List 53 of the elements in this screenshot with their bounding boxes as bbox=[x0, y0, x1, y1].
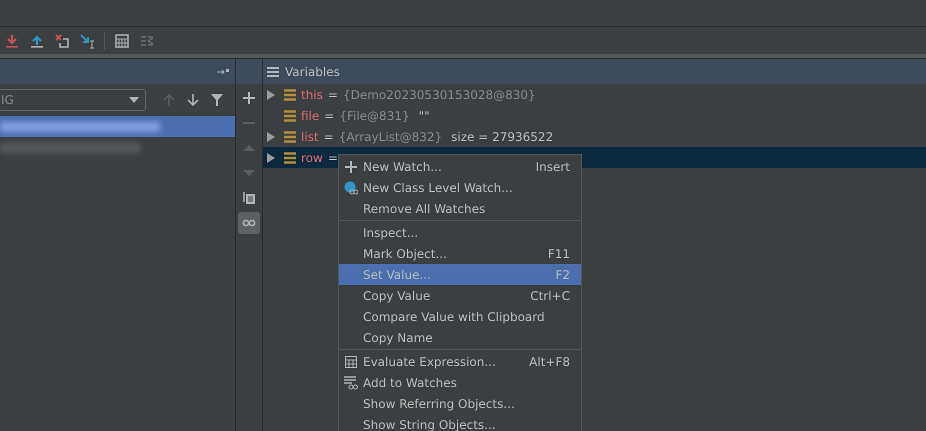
variable-name: row bbox=[301, 150, 323, 164]
variable-value: {ArrayList@832} bbox=[338, 130, 442, 144]
pin-icon[interactable] bbox=[217, 68, 229, 76]
variable-name: file bbox=[301, 108, 320, 122]
expand-icon[interactable] bbox=[267, 152, 275, 162]
equals-sign: = bbox=[328, 150, 338, 164]
menu-item[interactable]: Copy Value Ctrl+C bbox=[339, 285, 581, 306]
variable-value: {Demo20230530153028@830} bbox=[342, 88, 536, 102]
list-icon bbox=[267, 66, 279, 76]
menu-item[interactable]: Compare Value with Clipboard bbox=[339, 306, 581, 327]
plus-icon bbox=[345, 160, 357, 172]
menu-item[interactable]: Inspect... bbox=[339, 222, 581, 243]
class-watch-icon bbox=[344, 180, 358, 194]
panel-title: Variables bbox=[285, 64, 340, 78]
equals-sign: = bbox=[324, 108, 334, 122]
equals-sign: = bbox=[324, 130, 334, 144]
variable-extra: "" bbox=[418, 108, 430, 122]
filter-icon[interactable] bbox=[210, 93, 224, 107]
glasses-button[interactable] bbox=[238, 212, 260, 234]
expand-icon[interactable] bbox=[267, 132, 275, 142]
menu-item[interactable]: Show Referring Objects... bbox=[339, 393, 581, 414]
thread-dropdown[interactable]: IG bbox=[0, 89, 146, 111]
variable-name: this bbox=[301, 88, 323, 102]
menu-item[interactable]: Evaluate Expression... Alt+F8 bbox=[339, 351, 581, 372]
variable-row[interactable]: list = {ArrayList@832} size = 27936522 bbox=[263, 126, 926, 147]
menu-item[interactable]: Remove All Watches bbox=[339, 198, 581, 219]
variable-row[interactable]: this = {Demo20230530153028@830} bbox=[263, 84, 926, 105]
calculator-icon bbox=[345, 356, 357, 368]
variable-value: {File@831} bbox=[339, 108, 410, 122]
upload-icon[interactable] bbox=[29, 32, 45, 48]
drop-frame-down-icon[interactable] bbox=[4, 32, 20, 48]
equals-sign: = bbox=[328, 88, 338, 102]
down-arrow-icon[interactable] bbox=[186, 93, 200, 107]
variable-name: list bbox=[301, 130, 319, 144]
field-icon bbox=[284, 110, 296, 122]
plus-icon bbox=[242, 91, 256, 105]
menu-item[interactable]: Copy Name bbox=[339, 327, 581, 348]
menu-item[interactable]: Show String Objects... bbox=[339, 414, 581, 431]
menu-item[interactable]: Mark Object... F11 bbox=[339, 243, 581, 264]
field-icon bbox=[284, 152, 296, 164]
caret-icon bbox=[129, 97, 139, 103]
run-to-cursor-icon[interactable] bbox=[79, 32, 95, 48]
add-watches-icon bbox=[344, 376, 358, 390]
close-frame-icon[interactable] bbox=[54, 32, 70, 48]
variable-extra: size = 27936522 bbox=[451, 130, 554, 144]
menu-item[interactable]: New Class Level Watch... bbox=[339, 177, 581, 198]
menu-item[interactable]: Add to Watches bbox=[339, 372, 581, 393]
copy-icon bbox=[242, 191, 256, 205]
variable-row[interactable]: file = {File@831} "" bbox=[263, 105, 926, 126]
field-icon bbox=[284, 88, 296, 100]
calculator-icon[interactable] bbox=[114, 32, 130, 48]
field-icon bbox=[284, 130, 296, 142]
expand-icon[interactable] bbox=[267, 90, 275, 100]
